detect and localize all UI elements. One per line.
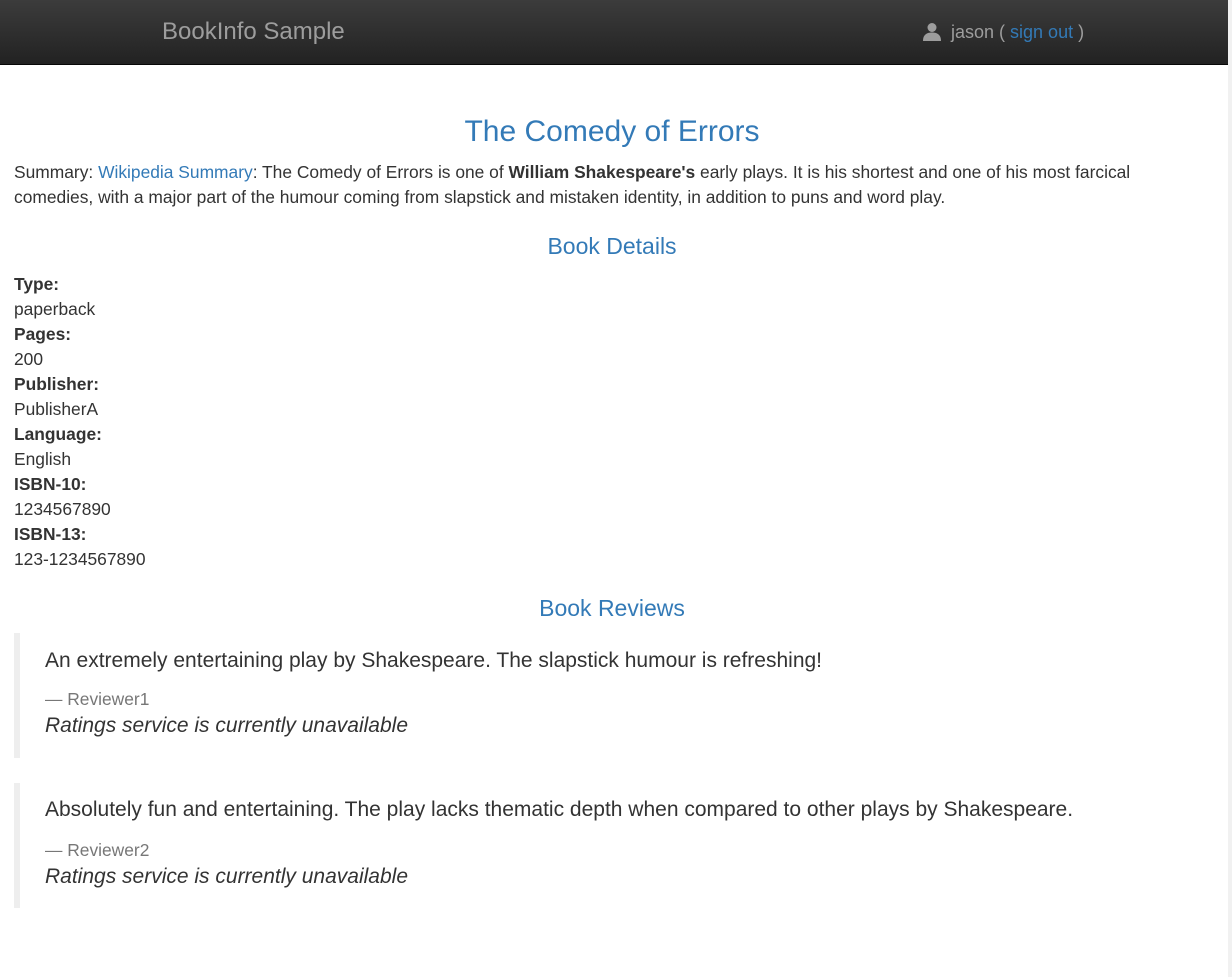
review-item: An extremely entertaining play by Shakes…	[14, 633, 1214, 758]
detail-value-pages: 200	[14, 349, 44, 369]
detail-value-type: paperback	[14, 299, 96, 319]
detail-label-publisher: Publisher:	[14, 374, 100, 394]
detail-label-isbn10: ISBN-10:	[14, 474, 87, 494]
close-paren: )	[1078, 21, 1085, 42]
review-item: Absolutely fun and entertaining. The pla…	[14, 783, 1214, 908]
book-details-list: Type: paperback Pages: 200 Publisher: Pu…	[14, 272, 146, 572]
brand-link[interactable]: BookInfo Sample	[162, 18, 345, 46]
user-area: jason ( sign out )	[922, 20, 1084, 44]
reviewer-name: — Reviewer2	[45, 840, 150, 860]
detail-value-publisher: PublisherA	[14, 399, 99, 419]
open-paren: (	[999, 21, 1006, 42]
rating-status: Ratings service is currently unavailable	[45, 865, 408, 888]
review-text: An extremely entertaining play by Shakes…	[45, 649, 823, 672]
book-details-heading: Book Details	[547, 233, 677, 259]
detail-label-type: Type:	[14, 274, 60, 294]
reviewer-name: — Reviewer1	[45, 689, 150, 709]
summary-author: William Shakespeare's	[508, 162, 696, 182]
user-name: jason	[951, 21, 995, 42]
summary-text-start: : The Comedy of Errors is one of	[252, 162, 509, 182]
book-summary: Summary: Wikipedia Summary: The Comedy o…	[14, 160, 1214, 210]
detail-label-language: Language:	[14, 424, 102, 444]
navbar: BookInfo Sample jason ( sign out )	[0, 0, 1228, 65]
scrollbar[interactable]	[1228, 0, 1232, 977]
review-text: Absolutely fun and entertaining. The pla…	[45, 798, 1074, 821]
detail-label-isbn13: ISBN-13:	[14, 524, 87, 544]
detail-value-isbn10: 1234567890	[14, 499, 111, 519]
book-title: The Comedy of Errors	[464, 115, 760, 148]
summary-prefix: Summary:	[14, 162, 99, 182]
sign-out-link[interactable]: sign out	[1010, 22, 1073, 43]
rating-status: Ratings service is currently unavailable	[45, 714, 408, 737]
wikipedia-summary-link[interactable]: Wikipedia Summary	[98, 162, 253, 182]
detail-value-language: English	[14, 449, 72, 469]
detail-value-isbn13: 123-1234567890	[14, 549, 146, 569]
detail-label-pages: Pages:	[14, 324, 72, 344]
user-icon	[923, 23, 941, 41]
book-reviews-heading: Book Reviews	[539, 595, 685, 621]
